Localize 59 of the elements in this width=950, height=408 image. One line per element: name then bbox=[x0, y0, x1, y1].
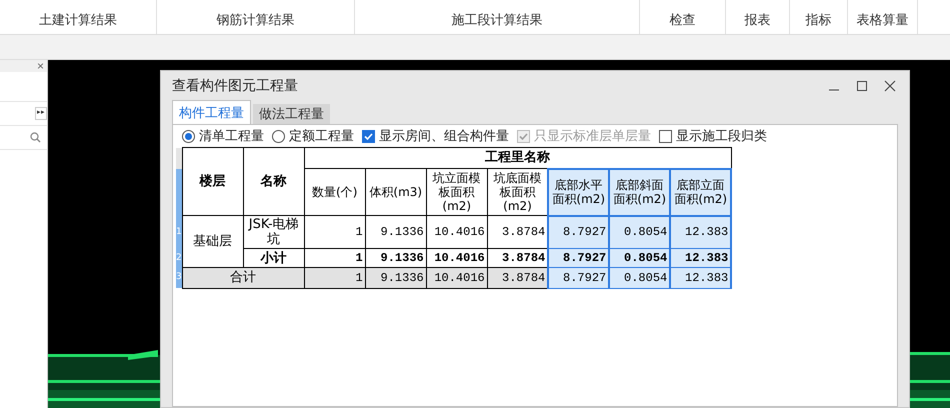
radio-button[interactable] bbox=[272, 130, 285, 142]
option-label: 定额工程量 bbox=[289, 127, 354, 146]
table-cell: 9.1336 bbox=[365, 248, 426, 268]
table-cell: 3.8784 bbox=[487, 216, 548, 248]
table-cell: 8.7927 bbox=[548, 248, 610, 268]
table-cell: 合计 bbox=[182, 268, 304, 288]
table-cell: 0.8054 bbox=[609, 268, 670, 288]
column-header: 数量(个) bbox=[304, 168, 366, 216]
option-label: 显示房间、组合构件量 bbox=[379, 127, 509, 146]
table-cell: 10.4016 bbox=[426, 216, 488, 248]
tab[interactable]: 构件工程量 bbox=[172, 100, 251, 124]
ribbon-group-label: 钢筋计算结果 bbox=[216, 10, 294, 28]
option-label: 只显示标准层单层量 bbox=[534, 127, 651, 146]
checkbox[interactable] bbox=[659, 130, 672, 142]
row-number: 2 bbox=[176, 248, 182, 268]
table-cell: 3.8784 bbox=[487, 248, 548, 268]
column-header: 楼层 bbox=[182, 148, 244, 216]
table-cell: 1 bbox=[304, 268, 366, 288]
table-cell: JSK-电梯坑 bbox=[243, 216, 304, 248]
column-header: 底部斜面面积(m2) bbox=[609, 168, 670, 216]
column-header: 底部立面面积(m2) bbox=[670, 168, 732, 216]
table-cell: 12.383 bbox=[670, 216, 732, 248]
ribbon-group-label: 表格算量 bbox=[856, 10, 908, 28]
close-button[interactable]: × bbox=[36, 60, 44, 72]
column-header: 坑立面模板面积(m2) bbox=[426, 168, 488, 216]
table-cell: 8.7927 bbox=[548, 216, 610, 248]
option-label: 清单工程量 bbox=[199, 127, 264, 146]
column-header: 名称 bbox=[243, 148, 304, 216]
table-cell: 8.7927 bbox=[548, 268, 610, 288]
ribbon-group-label: 施工段计算结果 bbox=[452, 10, 542, 28]
radio-button[interactable] bbox=[182, 130, 195, 142]
table-cell: 1 bbox=[304, 248, 366, 268]
row-number: 1 bbox=[176, 216, 182, 248]
ribbon-group-label: 土建计算结果 bbox=[39, 10, 117, 28]
group-header: 工程里名称 bbox=[485, 150, 550, 165]
table-cell: 0.8054 bbox=[609, 216, 670, 248]
table-cell: 3.8784 bbox=[487, 268, 548, 288]
ribbon-group-label: 指标 bbox=[806, 10, 832, 28]
column-header: 体积(m3) bbox=[365, 168, 426, 216]
table-cell: 10.4016 bbox=[426, 268, 488, 288]
maximize-icon[interactable] bbox=[856, 80, 868, 92]
column-header: 坑底面模板面积(m2) bbox=[487, 168, 548, 216]
search-icon[interactable] bbox=[30, 132, 41, 143]
table-cell: 12.383 bbox=[670, 268, 732, 288]
table-cell: 9.1336 bbox=[365, 268, 426, 288]
table-cell: 12.383 bbox=[670, 248, 732, 268]
table-cell: 1 bbox=[304, 216, 366, 248]
row-number: 3 bbox=[176, 268, 182, 288]
tab[interactable]: 做法工程量 bbox=[253, 104, 330, 124]
ribbon-group-label: 报表 bbox=[744, 10, 770, 28]
ribbon-group-label: 检查 bbox=[670, 10, 696, 28]
column-header: 底部水平面积(m2) bbox=[548, 168, 610, 216]
table-cell: 9.1336 bbox=[365, 216, 426, 248]
table-cell: 10.4016 bbox=[426, 248, 488, 268]
dialog-title: 查看构件图元工程量 bbox=[172, 76, 298, 95]
checkbox[interactable] bbox=[362, 130, 375, 142]
table-cell: 0.8054 bbox=[609, 248, 670, 268]
option-label: 显示施工段归类 bbox=[676, 127, 767, 146]
close-icon[interactable] bbox=[884, 80, 896, 92]
